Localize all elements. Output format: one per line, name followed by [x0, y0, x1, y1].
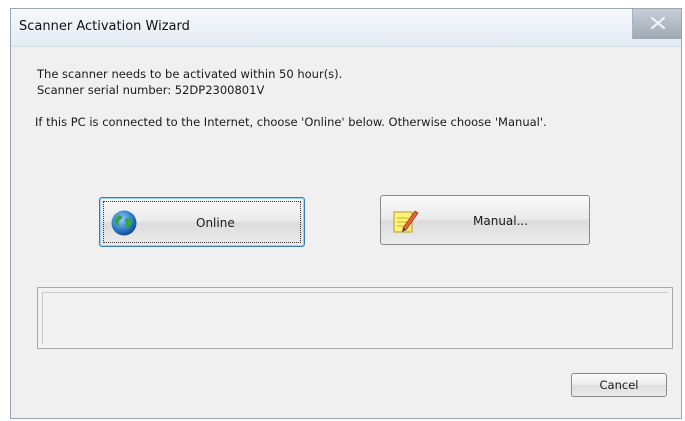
close-icon [650, 16, 666, 30]
serial-number-text: Scanner serial number: 52DP2300801V [37, 83, 265, 97]
instruction-text: If this PC is connected to the Internet,… [35, 115, 547, 129]
notepad-pencil-icon [393, 210, 419, 233]
window-title: Scanner Activation Wizard [19, 19, 190, 34]
close-button[interactable] [632, 9, 681, 39]
online-label: Online [196, 216, 235, 230]
status-box [37, 287, 673, 349]
dialog-window: Scanner Activation Wizard The scanner ne… [10, 8, 682, 419]
manual-button[interactable]: Manual... [380, 195, 590, 245]
status-text [42, 292, 668, 344]
title-bar: Scanner Activation Wizard [11, 9, 681, 47]
activation-message: The scanner needs to be activated within… [37, 67, 343, 81]
manual-label: Manual... [473, 214, 529, 228]
cancel-button[interactable]: Cancel [571, 373, 667, 397]
online-button[interactable]: Online [99, 197, 305, 247]
globe-icon [111, 210, 137, 236]
dialog-content: The scanner needs to be activated within… [11, 47, 681, 418]
